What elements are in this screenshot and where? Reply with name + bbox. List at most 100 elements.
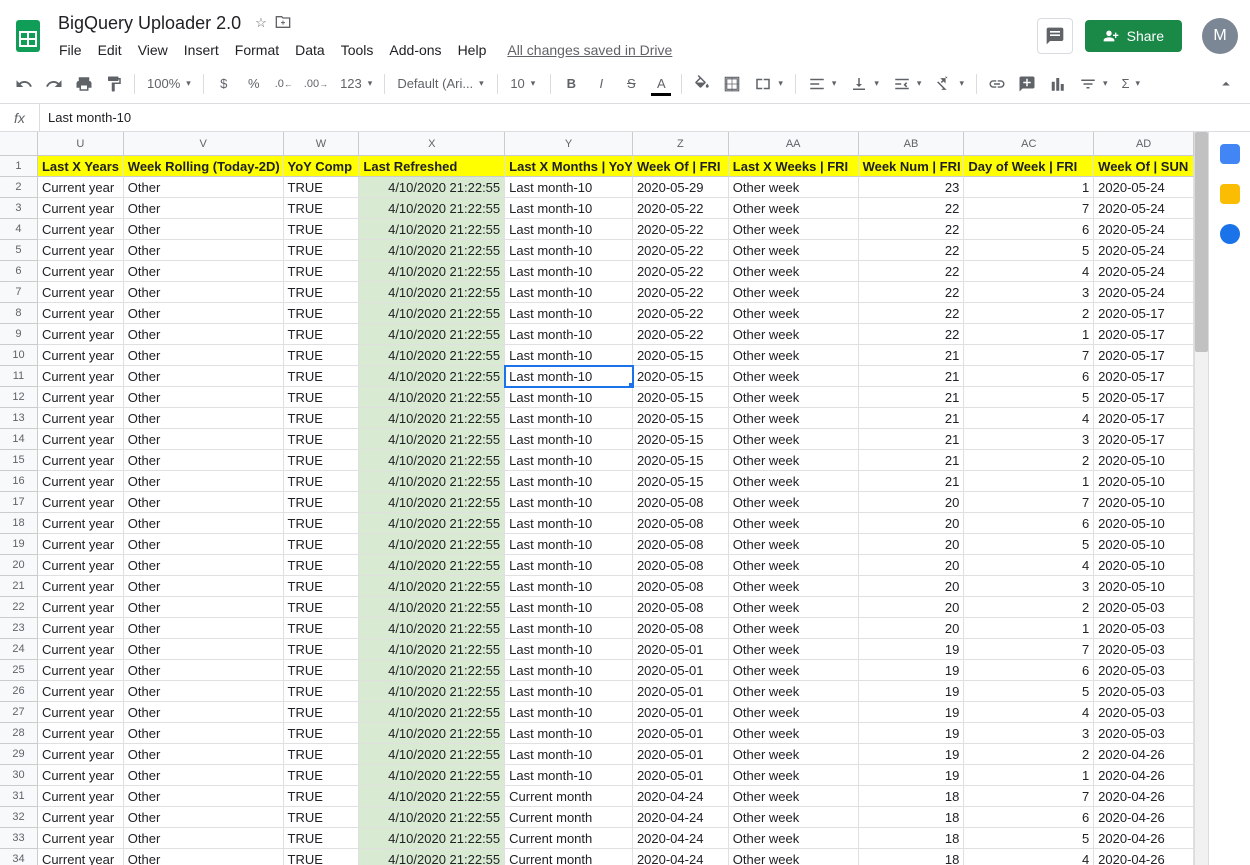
cell-AC18[interactable]: 6	[964, 513, 1094, 534]
cell-Y6[interactable]: Last month-10	[505, 261, 633, 282]
cell-AA32[interactable]: Other week	[729, 807, 859, 828]
cell-AD2[interactable]: 2020-05-24	[1094, 177, 1194, 198]
row-header-25[interactable]: 25	[0, 660, 38, 681]
cell-AB33[interactable]: 18	[859, 828, 965, 849]
row-header-21[interactable]: 21	[0, 576, 38, 597]
menu-file[interactable]: File	[52, 38, 89, 62]
row-header-23[interactable]: 23	[0, 618, 38, 639]
cell-V31[interactable]: Other	[124, 786, 284, 807]
cell-U22[interactable]: Current year	[38, 597, 124, 618]
cell-U34[interactable]: Current year	[38, 849, 124, 865]
col-header-X[interactable]: X	[359, 132, 505, 155]
row-header-15[interactable]: 15	[0, 450, 38, 471]
cell-U27[interactable]: Current year	[38, 702, 124, 723]
menu-insert[interactable]: Insert	[177, 38, 226, 62]
cell-AA21[interactable]: Other week	[729, 576, 859, 597]
row-header-11[interactable]: 11	[0, 366, 38, 387]
cell-U17[interactable]: Current year	[38, 492, 124, 513]
cell-W22[interactable]: TRUE	[284, 597, 360, 618]
cell-AB6[interactable]: 22	[859, 261, 965, 282]
undo-button[interactable]	[10, 70, 38, 98]
cell-U10[interactable]: Current year	[38, 345, 124, 366]
cell-AC13[interactable]: 4	[964, 408, 1094, 429]
col-header-AC[interactable]: AC	[964, 132, 1094, 155]
expand-toolbar-button[interactable]	[1212, 70, 1240, 98]
cell-AC26[interactable]: 5	[964, 681, 1094, 702]
cell-W24[interactable]: TRUE	[284, 639, 360, 660]
cell-Z4[interactable]: 2020-05-22	[633, 219, 729, 240]
cell-V22[interactable]: Other	[124, 597, 284, 618]
cell-X21[interactable]: 4/10/2020 21:22:55	[359, 576, 505, 597]
cell-Z15[interactable]: 2020-05-15	[633, 450, 729, 471]
text-rotation-button[interactable]	[929, 72, 970, 96]
cell-Y5[interactable]: Last month-10	[505, 240, 633, 261]
cell-U25[interactable]: Current year	[38, 660, 124, 681]
row-header-30[interactable]: 30	[0, 765, 38, 786]
cell-W4[interactable]: TRUE	[284, 219, 360, 240]
row-header-29[interactable]: 29	[0, 744, 38, 765]
cell-V29[interactable]: Other	[124, 744, 284, 765]
cell-AB7[interactable]: 22	[859, 282, 965, 303]
doc-title[interactable]: BigQuery Uploader 2.0	[52, 11, 247, 36]
cell-AD31[interactable]: 2020-04-26	[1094, 786, 1194, 807]
row-header-26[interactable]: 26	[0, 681, 38, 702]
cell-Y28[interactable]: Last month-10	[505, 723, 633, 744]
cell-W16[interactable]: TRUE	[284, 471, 360, 492]
cell-Y3[interactable]: Last month-10	[505, 198, 633, 219]
cell-V15[interactable]: Other	[124, 450, 284, 471]
col-header-U[interactable]: U	[38, 132, 124, 155]
row-header-22[interactable]: 22	[0, 597, 38, 618]
cell-V14[interactable]: Other	[124, 429, 284, 450]
cell-AC7[interactable]: 3	[964, 282, 1094, 303]
print-button[interactable]	[70, 70, 98, 98]
header-cell-AD[interactable]: Week Of | SUN	[1094, 156, 1194, 177]
cell-X16[interactable]: 4/10/2020 21:22:55	[359, 471, 505, 492]
cell-Z13[interactable]: 2020-05-15	[633, 408, 729, 429]
row-header-13[interactable]: 13	[0, 408, 38, 429]
cell-Y11[interactable]: Last month-10	[505, 366, 633, 387]
cell-Z12[interactable]: 2020-05-15	[633, 387, 729, 408]
cell-X4[interactable]: 4/10/2020 21:22:55	[359, 219, 505, 240]
cell-V11[interactable]: Other	[124, 366, 284, 387]
cell-AC23[interactable]: 1	[964, 618, 1094, 639]
cell-AB12[interactable]: 21	[859, 387, 965, 408]
cell-AB4[interactable]: 22	[859, 219, 965, 240]
cell-U6[interactable]: Current year	[38, 261, 124, 282]
menu-edit[interactable]: Edit	[91, 38, 129, 62]
cell-AC6[interactable]: 4	[964, 261, 1094, 282]
menu-tools[interactable]: Tools	[334, 38, 381, 62]
cell-U28[interactable]: Current year	[38, 723, 124, 744]
cell-Y8[interactable]: Last month-10	[505, 303, 633, 324]
save-status[interactable]: All changes saved in Drive	[507, 42, 672, 58]
cell-AA28[interactable]: Other week	[729, 723, 859, 744]
row-header-33[interactable]: 33	[0, 828, 38, 849]
cell-U18[interactable]: Current year	[38, 513, 124, 534]
cell-Y13[interactable]: Last month-10	[505, 408, 633, 429]
cell-W12[interactable]: TRUE	[284, 387, 360, 408]
cell-Z31[interactable]: 2020-04-24	[633, 786, 729, 807]
cell-X27[interactable]: 4/10/2020 21:22:55	[359, 702, 505, 723]
cell-Y25[interactable]: Last month-10	[505, 660, 633, 681]
cell-W15[interactable]: TRUE	[284, 450, 360, 471]
functions-button[interactable]: Σ	[1116, 72, 1147, 96]
cell-AD10[interactable]: 2020-05-17	[1094, 345, 1194, 366]
cell-Y31[interactable]: Current month	[505, 786, 633, 807]
cell-Y30[interactable]: Last month-10	[505, 765, 633, 786]
cell-AB17[interactable]: 20	[859, 492, 965, 513]
col-header-V[interactable]: V	[124, 132, 284, 155]
cell-AB19[interactable]: 20	[859, 534, 965, 555]
cell-Y33[interactable]: Current month	[505, 828, 633, 849]
cell-V24[interactable]: Other	[124, 639, 284, 660]
cell-AD7[interactable]: 2020-05-24	[1094, 282, 1194, 303]
tasks-icon[interactable]	[1220, 224, 1240, 244]
cell-Y29[interactable]: Last month-10	[505, 744, 633, 765]
currency-button[interactable]: $	[210, 70, 238, 98]
menu-data[interactable]: Data	[288, 38, 332, 62]
cell-Y18[interactable]: Last month-10	[505, 513, 633, 534]
cell-AC21[interactable]: 3	[964, 576, 1094, 597]
cell-W17[interactable]: TRUE	[284, 492, 360, 513]
cell-AA4[interactable]: Other week	[729, 219, 859, 240]
cell-Y12[interactable]: Last month-10	[505, 387, 633, 408]
cell-AA20[interactable]: Other week	[729, 555, 859, 576]
cell-Y14[interactable]: Last month-10	[505, 429, 633, 450]
